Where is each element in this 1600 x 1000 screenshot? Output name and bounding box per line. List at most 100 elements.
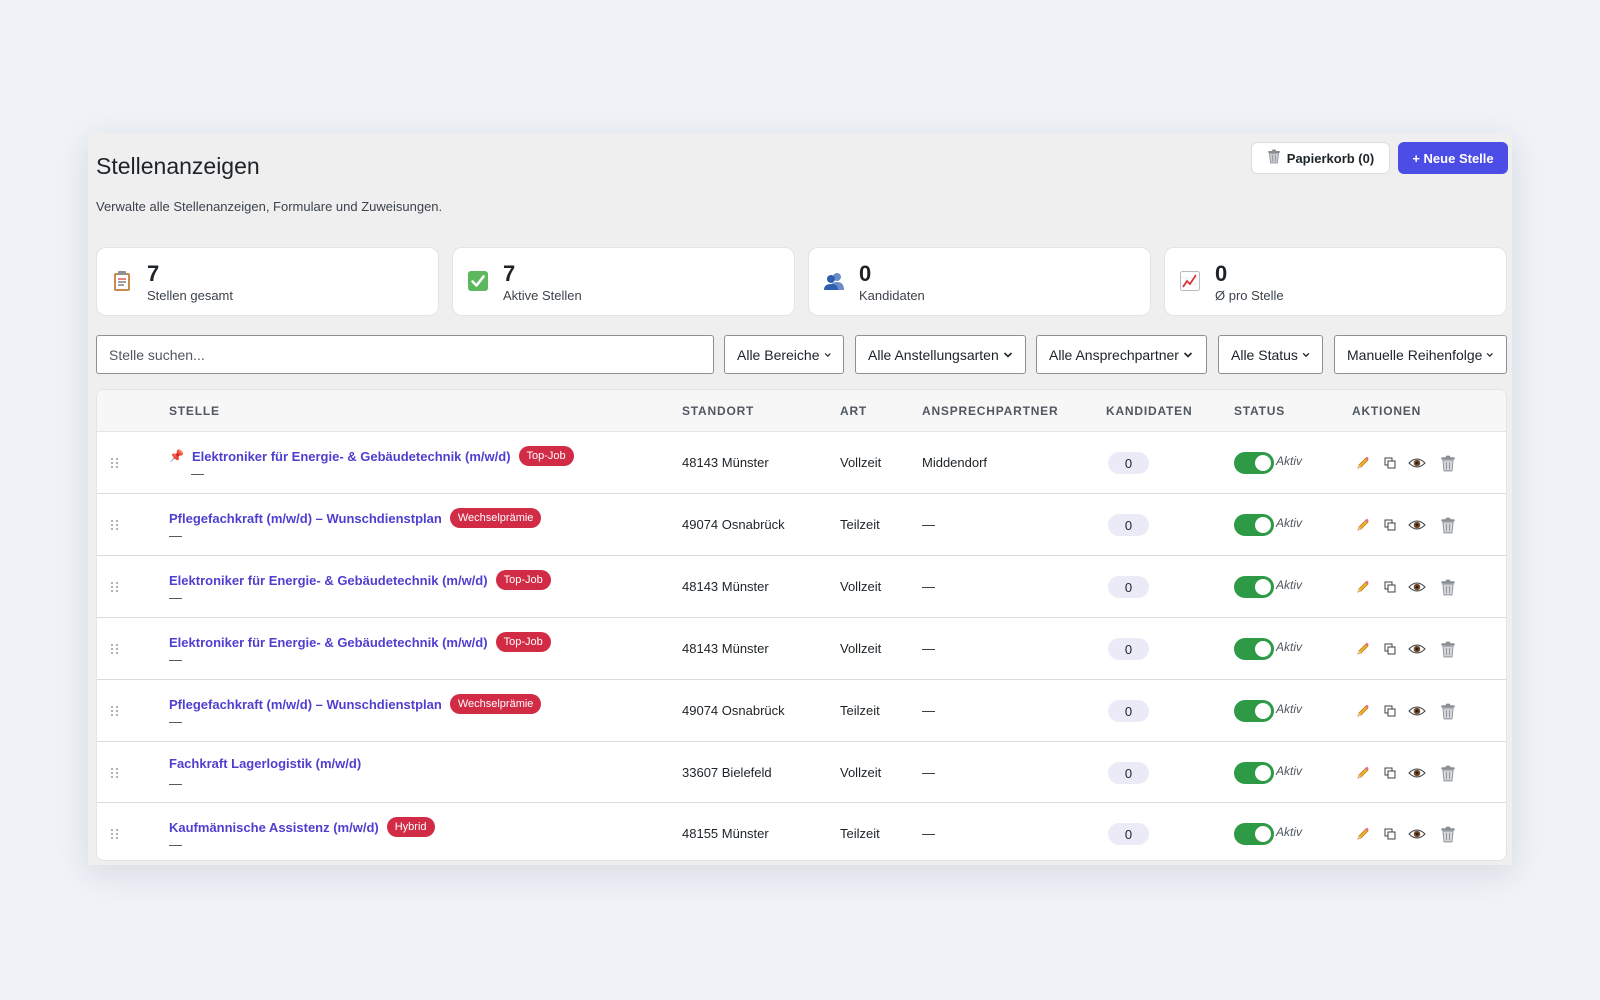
cell-ansprechpartner: — [922,703,935,718]
candidates-count-pill[interactable]: 0 [1108,514,1149,536]
column-header-stelle[interactable]: STELLE [169,404,220,418]
status-toggle[interactable] [1234,576,1274,598]
drag-handle-icon[interactable] [110,705,120,717]
eye-icon[interactable] [1406,762,1428,784]
cell-art: Vollzeit [840,579,882,594]
duplicate-icon[interactable] [1379,514,1401,536]
status-toggle[interactable] [1234,514,1274,536]
cell-ansprechpartner: — [922,579,935,594]
duplicate-icon[interactable] [1379,700,1401,722]
filter-anstellungsarten-select[interactable]: Alle Anstellungsarten [855,335,1026,374]
status-toggle[interactable] [1234,762,1274,784]
status-toggle[interactable] [1234,700,1274,722]
toggle-knob [1255,826,1271,842]
edit-icon[interactable] [1352,576,1374,598]
toggle-knob [1255,579,1271,595]
column-header-kandidaten[interactable]: KANDIDATEN [1106,404,1192,418]
new-job-button[interactable]: + Neue Stelle [1398,142,1508,174]
job-subtitle: — [169,652,182,667]
cell-standort: 48143 Münster [682,641,769,656]
eye-icon[interactable] [1406,452,1428,474]
drag-handle-icon[interactable] [110,581,120,593]
column-header-standort[interactable]: STANDORT [682,404,754,418]
drag-handle-icon[interactable] [110,767,120,779]
duplicate-icon[interactable] [1379,638,1401,660]
duplicate-icon[interactable] [1379,452,1401,474]
status-toggle[interactable] [1234,823,1274,845]
cell-art: Teilzeit [840,703,880,718]
filter-bereiche-select[interactable]: Alle Bereiche [724,335,844,374]
delete-icon[interactable] [1437,823,1459,845]
drag-handle-icon[interactable] [110,457,120,469]
duplicate-icon[interactable] [1379,576,1401,598]
edit-icon[interactable] [1352,762,1374,784]
table-row: Kaufmännische Assistenz (m/w/d) Hybrid —… [97,803,1506,860]
eye-icon[interactable] [1406,638,1428,660]
eye-icon[interactable] [1406,514,1428,536]
candidates-count-pill[interactable]: 0 [1108,638,1149,660]
cell-art: Teilzeit [840,517,880,532]
delete-icon[interactable] [1437,638,1459,660]
drag-handle-icon[interactable] [110,828,120,840]
job-title-line: Pflegefachkraft (m/w/d) – Wunschdienstpl… [169,694,542,714]
delete-icon[interactable] [1437,514,1459,536]
duplicate-icon[interactable] [1379,823,1401,845]
table-header: STELLE STANDORT ART ANSPRECHPARTNER KAND… [97,390,1506,432]
delete-icon[interactable] [1437,576,1459,598]
job-title-line: Elektroniker für Energie- & Gebäudetechn… [169,570,551,590]
filter-status-select[interactable]: Alle Status [1218,335,1323,374]
job-title-link[interactable]: Elektroniker für Energie- & Gebäudetechn… [169,573,488,588]
edit-icon[interactable] [1352,514,1374,536]
status-toggle[interactable] [1234,638,1274,660]
job-title-link[interactable]: Pflegefachkraft (m/w/d) – Wunschdienstpl… [169,697,442,712]
delete-icon[interactable] [1437,700,1459,722]
trash-button[interactable]: Papierkorb (0) [1251,142,1390,174]
status-toggle[interactable] [1234,452,1274,474]
eye-icon[interactable] [1406,700,1428,722]
jobs-panel: Stellenanzeigen Verwalte alle Stellenanz… [88,133,1512,865]
candidates-count-pill[interactable]: 0 [1108,452,1149,474]
job-title-link[interactable]: Elektroniker für Energie- & Gebäudetechn… [169,635,488,650]
stat-card-total: 7 Stellen gesamt [96,247,439,316]
candidates-count-pill[interactable]: 0 [1108,700,1149,722]
candidates-count-pill[interactable]: 0 [1108,576,1149,598]
clipboard-icon [111,270,133,292]
job-title-link[interactable]: Fachkraft Lagerlogistik (m/w/d) [169,756,361,771]
status-label: Aktiv [1276,702,1303,716]
delete-icon[interactable] [1437,452,1459,474]
column-header-art[interactable]: ART [840,404,867,418]
column-header-ansprechpartner[interactable]: ANSPRECHPARTNER [922,404,1058,418]
candidates-count-pill[interactable]: 0 [1108,823,1149,845]
delete-icon[interactable] [1437,762,1459,784]
search-input[interactable] [96,335,714,374]
edit-icon[interactable] [1352,638,1374,660]
column-header-status[interactable]: STATUS [1234,404,1285,418]
table-row: Pflegefachkraft (m/w/d) – Wunschdienstpl… [97,680,1506,742]
job-title-link[interactable]: Elektroniker für Energie- & Gebäudetechn… [192,449,511,464]
stat-card-active: 7 Aktive Stellen [452,247,795,316]
cell-art: Vollzeit [840,455,882,470]
edit-icon[interactable] [1352,823,1374,845]
filter-ansprechpartner-select[interactable]: Alle Ansprechpartner [1036,335,1207,374]
drag-handle-icon[interactable] [110,519,120,531]
cell-standort: 48155 Münster [682,826,769,841]
table-row: 📌 Elektroniker für Energie- & Gebäudetec… [97,432,1506,494]
job-title-link[interactable]: Pflegefachkraft (m/w/d) – Wunschdienstpl… [169,511,442,526]
stat-value: 7 [503,261,516,286]
checkmark-icon [467,270,489,292]
eye-icon[interactable] [1406,823,1428,845]
edit-icon[interactable] [1352,452,1374,474]
candidates-count-pill[interactable]: 0 [1108,762,1149,784]
stat-label: Kandidaten [859,288,925,303]
job-title-link[interactable]: Kaufmännische Assistenz (m/w/d) [169,820,379,835]
cell-art: Vollzeit [840,641,882,656]
sort-select[interactable]: Manuelle Reihenfolge [1334,335,1507,374]
edit-icon[interactable] [1352,700,1374,722]
drag-handle-icon[interactable] [110,643,120,655]
duplicate-icon[interactable] [1379,762,1401,784]
select-value: Manuelle Reihenfolge [1347,346,1483,363]
eye-icon[interactable] [1406,576,1428,598]
job-subtitle: — [191,466,204,481]
status-label: Aktiv [1276,640,1303,654]
select-value: Alle Ansprechpartner [1049,346,1179,363]
